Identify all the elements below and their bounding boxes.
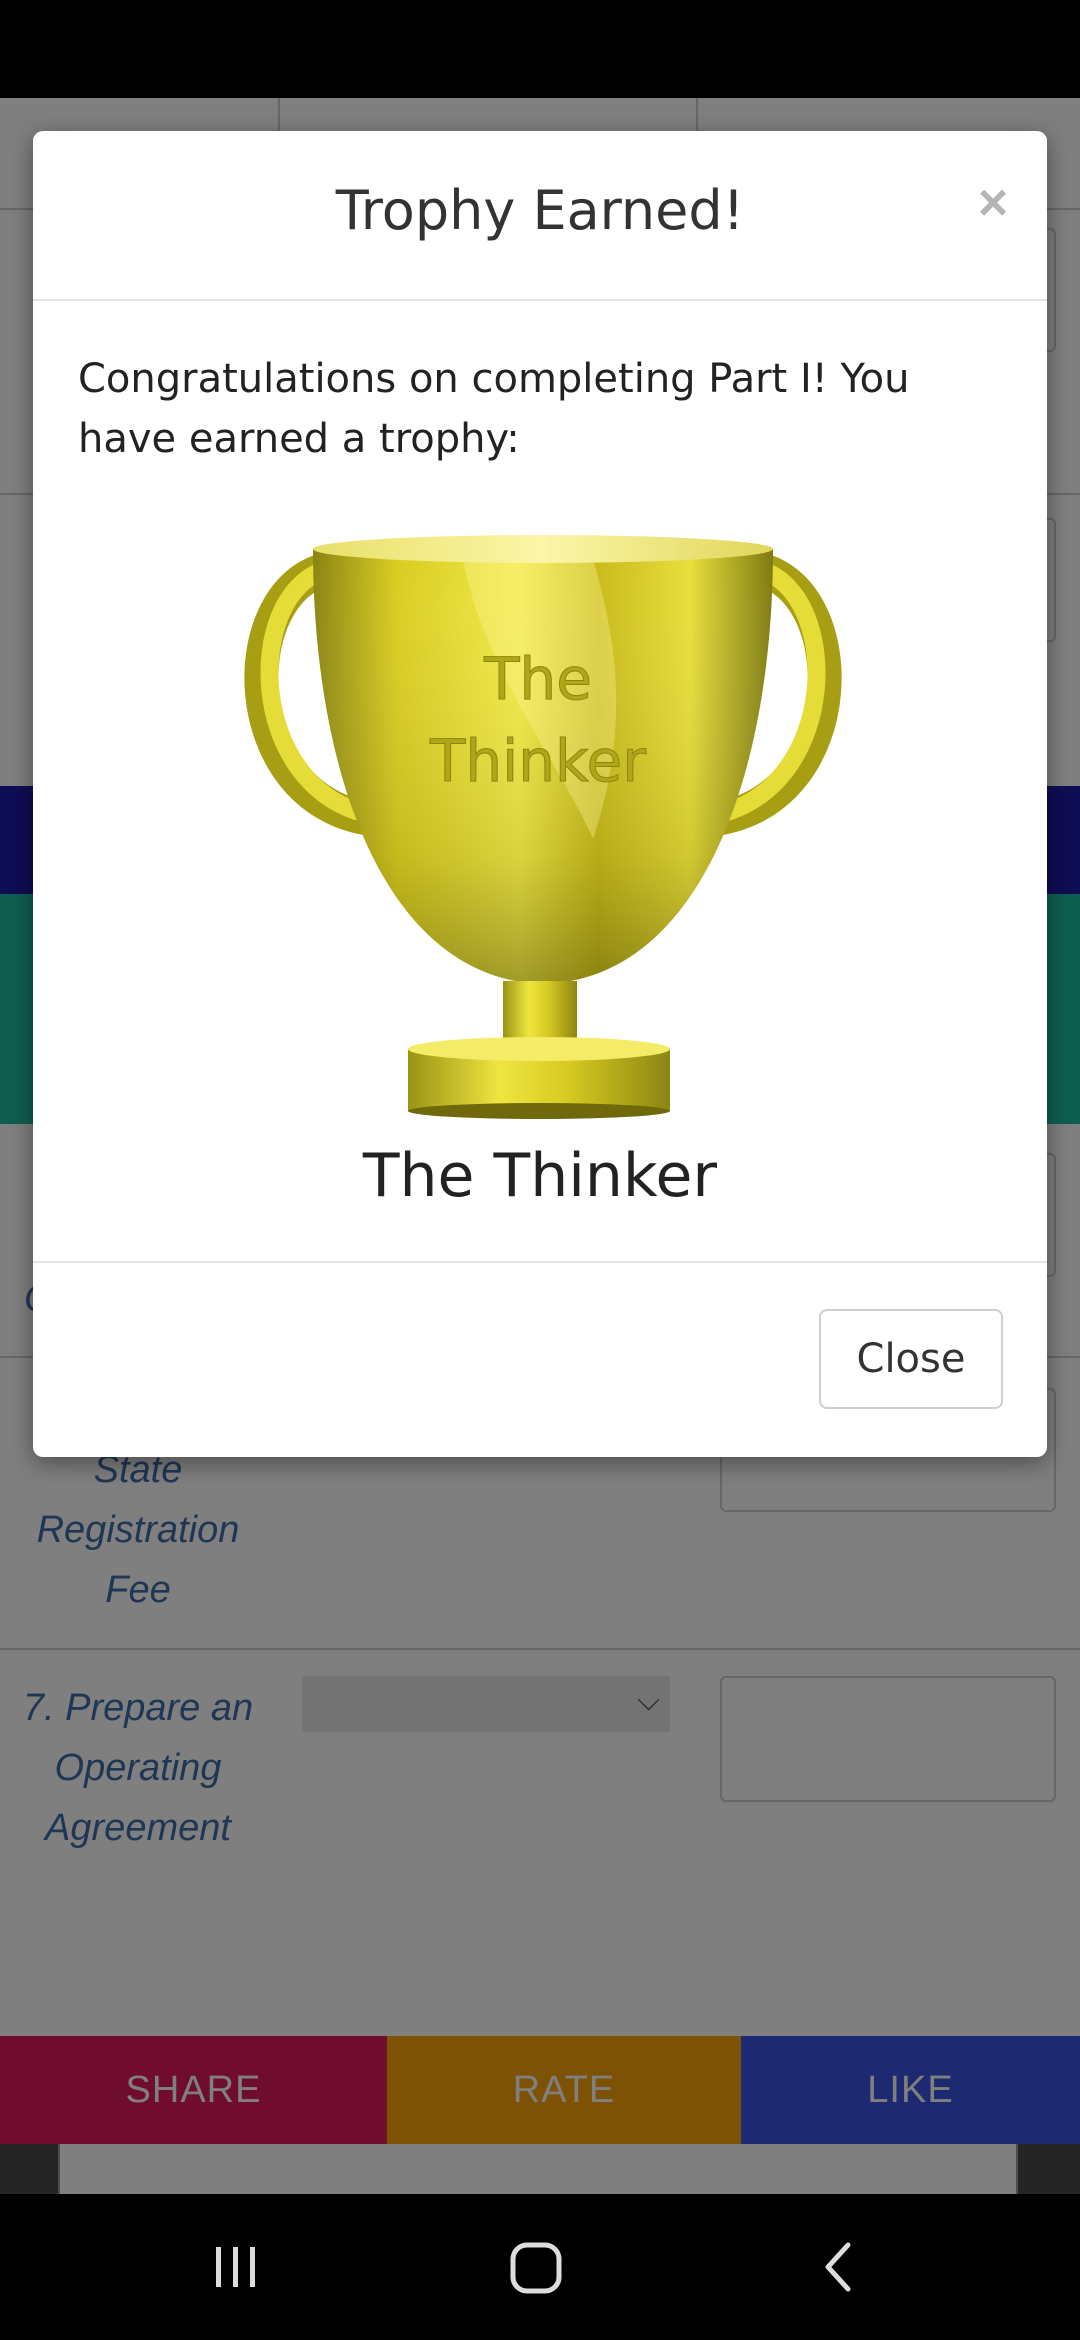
navigation-bar bbox=[0, 2194, 1080, 2340]
back-icon bbox=[825, 2242, 851, 2292]
home-icon bbox=[510, 2242, 562, 2294]
recent-apps-icon bbox=[216, 2247, 255, 2287]
trophy-engraving-line2: Thinker bbox=[429, 727, 646, 795]
modal-body: Congratulations on completing Part I! Yo… bbox=[33, 301, 1047, 1267]
home-button[interactable] bbox=[487, 2224, 587, 2310]
modal-footer: Close bbox=[33, 1261, 1047, 1457]
trophy-image: The Thinker bbox=[244, 535, 842, 1119]
trophy-engraving-line1: The bbox=[483, 645, 592, 713]
close-icon[interactable]: × bbox=[963, 173, 1023, 233]
back-button[interactable] bbox=[790, 2224, 890, 2310]
recent-apps-button[interactable] bbox=[186, 2224, 286, 2310]
congratulations-message: Congratulations on completing Part I! Yo… bbox=[78, 356, 910, 462]
modal-title: Trophy Earned! bbox=[335, 179, 745, 242]
trophy-modal: Trophy Earned! × Congratulations on comp… bbox=[33, 131, 1047, 1457]
modal-header: Trophy Earned! × bbox=[33, 131, 1047, 301]
close-button[interactable]: Close bbox=[819, 1309, 1003, 1409]
trophy-name: The Thinker bbox=[362, 1141, 718, 1211]
status-bar bbox=[0, 0, 1080, 98]
